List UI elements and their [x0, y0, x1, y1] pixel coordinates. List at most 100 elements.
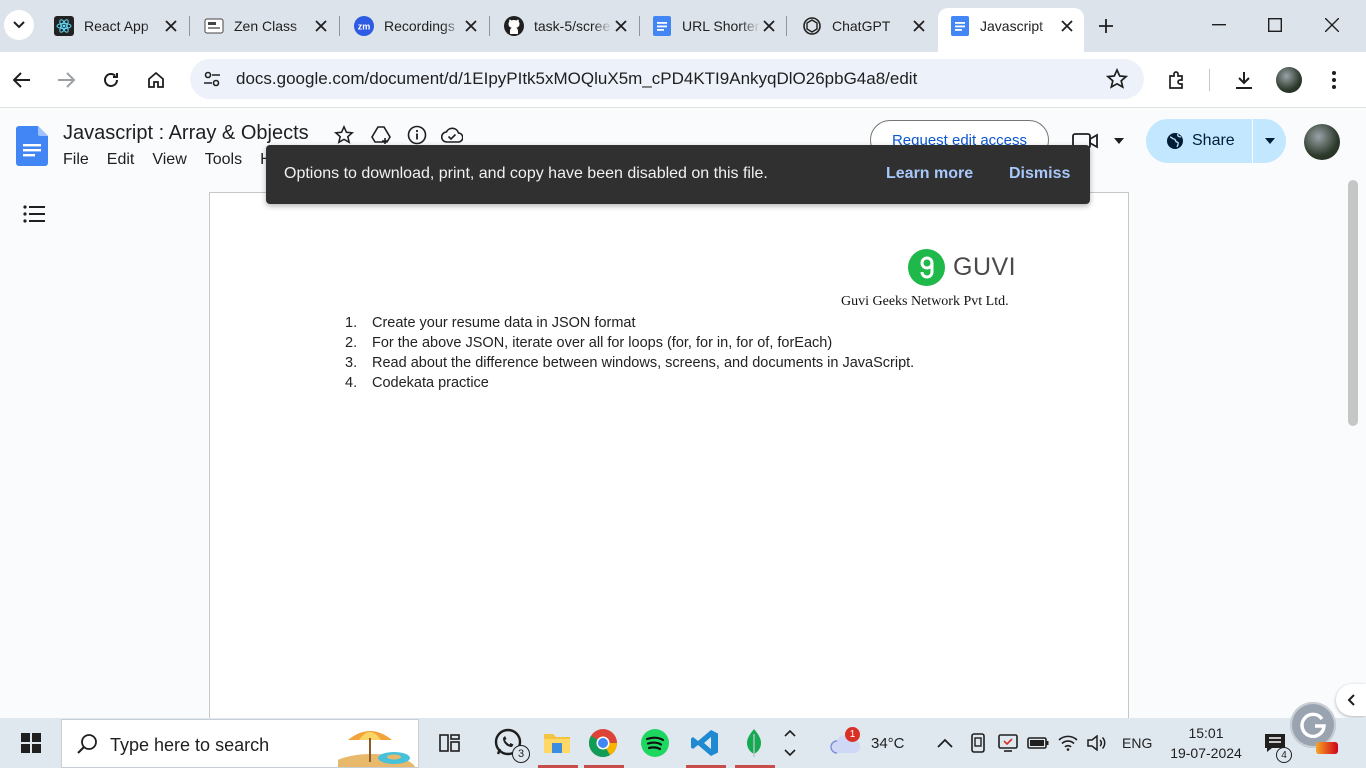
toolbar-divider	[1209, 69, 1210, 91]
reload-button[interactable]	[95, 64, 127, 96]
tab-javascript-active[interactable]: Javascript	[938, 8, 1084, 52]
browser-toolbar: docs.google.com/document/d/1EIpyPItk5xMO…	[0, 52, 1366, 108]
close-icon[interactable]	[612, 17, 630, 35]
temperature[interactable]: 34°C	[871, 735, 905, 752]
star-doc-button[interactable]	[333, 124, 355, 146]
close-window-button[interactable]	[1315, 10, 1349, 40]
docs-menubar: File Edit View Tools H	[63, 151, 290, 169]
tray-overflow-button[interactable]	[930, 725, 960, 761]
folder-icon	[544, 734, 570, 753]
new-tab-button[interactable]	[1092, 12, 1120, 40]
tab-react-app[interactable]: React App	[42, 8, 188, 44]
site-info-button[interactable]	[198, 65, 226, 93]
display-tray-button[interactable]	[994, 725, 1022, 761]
tab-title: task-5/screen	[534, 18, 612, 34]
drive-add-icon	[371, 126, 391, 144]
tab-recordings[interactable]: zm Recordings	[342, 8, 488, 44]
chrome-taskbar-button[interactable]	[585, 725, 621, 761]
doc-details-button[interactable]	[406, 124, 428, 146]
maximize-button[interactable]	[1258, 10, 1292, 40]
start-button[interactable]	[8, 730, 54, 756]
snackbar-message: Options to download, print, and copy hav…	[284, 165, 768, 182]
browser-menu-button[interactable]	[1318, 64, 1350, 96]
caret-down-icon	[1114, 138, 1124, 144]
company-name: Guvi Geeks Network Pvt Ltd.	[841, 294, 1009, 309]
chrome-icon	[589, 729, 617, 757]
move-doc-button[interactable]	[370, 124, 392, 146]
close-icon[interactable]	[760, 17, 778, 35]
chatgpt-icon	[802, 16, 822, 36]
menu-file[interactable]: File	[63, 151, 98, 169]
account-avatar[interactable]	[1304, 124, 1340, 160]
tab-github-task[interactable]: task-5/screen	[492, 8, 638, 44]
react-icon	[54, 16, 74, 36]
clock-date: 19-07-2024	[1170, 745, 1242, 761]
document-title[interactable]: Javascript : Array & Objects	[63, 122, 309, 145]
document-outline-button[interactable]	[20, 200, 48, 228]
share-button[interactable]: Share	[1146, 119, 1286, 163]
spotify-taskbar-button[interactable]	[637, 725, 673, 761]
address-bar[interactable]: docs.google.com/document/d/1EIpyPItk5xMO…	[190, 59, 1144, 99]
download-icon	[1236, 72, 1252, 89]
battery-tray-button[interactable]	[1024, 725, 1052, 761]
action-center-button[interactable]: 4	[1258, 725, 1292, 763]
menu-edit[interactable]: Edit	[107, 151, 144, 169]
forward-button[interactable]	[50, 64, 82, 96]
menu-tools[interactable]: Tools	[205, 151, 251, 169]
search-placeholder: Type here to search	[110, 735, 270, 755]
learn-more-link[interactable]: Learn more	[886, 165, 973, 183]
close-icon[interactable]	[462, 17, 480, 35]
tab-search-button[interactable]	[4, 10, 34, 40]
list-item: 1. Create your resume data in JSON format	[345, 315, 636, 331]
svg-text:zm: zm	[358, 22, 371, 32]
taskbar-clock[interactable]: 15:01 19-07-2024	[1166, 723, 1246, 763]
list-item: 4. Codekata practice	[345, 375, 489, 391]
share-main[interactable]: Share	[1146, 119, 1252, 163]
wifi-icon	[1058, 735, 1078, 751]
close-icon[interactable]	[910, 17, 928, 35]
downloads-button[interactable]	[1228, 64, 1260, 96]
file-explorer-button[interactable]	[539, 725, 575, 761]
doc-status-button[interactable]	[441, 124, 463, 146]
weather-widget[interactable]: 1	[828, 725, 864, 761]
url-text[interactable]: docs.google.com/document/d/1EIpyPItk5xMO…	[236, 69, 917, 89]
side-panel-toggle[interactable]	[1336, 684, 1366, 716]
display-icon	[998, 734, 1018, 752]
close-icon[interactable]	[162, 17, 180, 35]
bookmark-star-icon[interactable]	[1106, 68, 1128, 90]
back-button[interactable]	[6, 64, 38, 96]
taskbar-search-box[interactable]: Type here to search	[61, 719, 419, 768]
tab-zen-class[interactable]: Zen Class	[192, 8, 338, 44]
dismiss-button[interactable]: Dismiss	[1009, 165, 1070, 183]
vscode-taskbar-button[interactable]	[687, 725, 723, 761]
search-icon	[77, 734, 97, 754]
github-icon	[504, 16, 524, 36]
tab-chatgpt[interactable]: ChatGPT	[790, 8, 936, 44]
share-options-button[interactable]	[1253, 119, 1286, 163]
menu-view[interactable]: View	[152, 151, 195, 169]
google-docs-logo-icon[interactable]	[16, 126, 48, 166]
list-item: 3. Read about the difference between wind…	[345, 355, 915, 371]
whatsapp-taskbar-button[interactable]: 3	[490, 725, 530, 763]
tune-icon	[204, 71, 220, 87]
tab-url-shortener[interactable]: URL Shortener	[640, 8, 786, 44]
extensions-button[interactable]	[1161, 64, 1193, 96]
home-icon	[148, 71, 164, 88]
tab-title: ChatGPT	[832, 18, 891, 34]
close-icon[interactable]	[1058, 17, 1076, 35]
notification-count: 4	[1276, 747, 1292, 763]
close-icon[interactable]	[312, 17, 330, 35]
input-language[interactable]: ENG	[1122, 735, 1152, 751]
profile-button[interactable]	[1273, 64, 1305, 96]
home-button[interactable]	[140, 64, 172, 96]
task-view-button[interactable]	[432, 725, 468, 761]
chevron-left-icon	[1347, 694, 1355, 706]
overflow-arrows[interactable]	[775, 720, 805, 766]
volume-tray-button[interactable]	[1083, 725, 1111, 761]
vertical-scrollbar[interactable]	[1348, 180, 1358, 426]
minimize-button[interactable]	[1202, 10, 1236, 40]
wifi-tray-button[interactable]	[1054, 725, 1082, 761]
meet-now-tray-button[interactable]	[964, 725, 992, 761]
mongodb-taskbar-button[interactable]	[736, 725, 772, 761]
star-icon	[334, 125, 354, 144]
